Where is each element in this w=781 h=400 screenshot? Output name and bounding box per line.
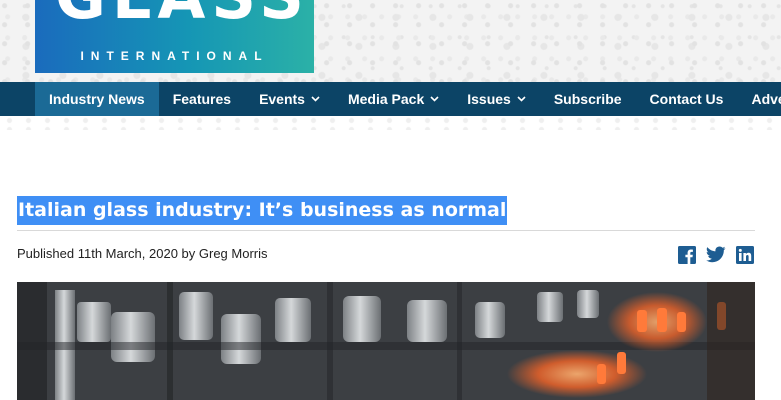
article-title: Italian glass industry: It’s business as… (17, 196, 508, 225)
nav-label: Features (172, 91, 232, 107)
decorative-strip (0, 116, 781, 130)
twitter-icon[interactable] (706, 246, 726, 266)
facebook-icon[interactable] (678, 246, 698, 266)
logo-wordmark: GLASS (55, 0, 310, 28)
nav-features[interactable]: Features (159, 82, 245, 116)
title-divider (17, 230, 755, 231)
nav-label: Advertise (751, 91, 781, 107)
nav-contact-us[interactable]: Contact Us (636, 82, 738, 116)
main-navigation: Industry News Features Events Media Pack… (0, 82, 781, 116)
logo-subtitle: INTERNATIONAL (80, 49, 269, 63)
nav-label: Industry News (49, 91, 145, 107)
nav-label: Media Pack (347, 91, 425, 107)
nav-advertise[interactable]: Advertise (737, 82, 781, 116)
article-byline: Published 11th March, 2020 by Greg Morri… (17, 246, 268, 261)
nav-label: Events (259, 91, 305, 107)
site-logo[interactable]: GLASS INTERNATIONAL (35, 0, 314, 73)
nav-subscribe[interactable]: Subscribe (540, 82, 636, 116)
nav-events[interactable]: Events (245, 82, 334, 116)
nav-media-pack[interactable]: Media Pack (334, 82, 453, 116)
article-hero-image (17, 282, 755, 400)
chevron-down-icon (430, 96, 439, 102)
nav-label: Issues (467, 91, 511, 107)
nav-industry-news[interactable]: Industry News (35, 82, 159, 116)
linkedin-icon[interactable] (736, 246, 756, 266)
chevron-down-icon (311, 96, 320, 102)
nav-issues[interactable]: Issues (453, 82, 540, 116)
article-title-wrap: Italian glass industry: It’s business as… (17, 196, 508, 225)
chevron-down-icon (517, 96, 526, 102)
nav-label: Contact Us (649, 91, 724, 107)
nav-label: Subscribe (553, 91, 622, 107)
